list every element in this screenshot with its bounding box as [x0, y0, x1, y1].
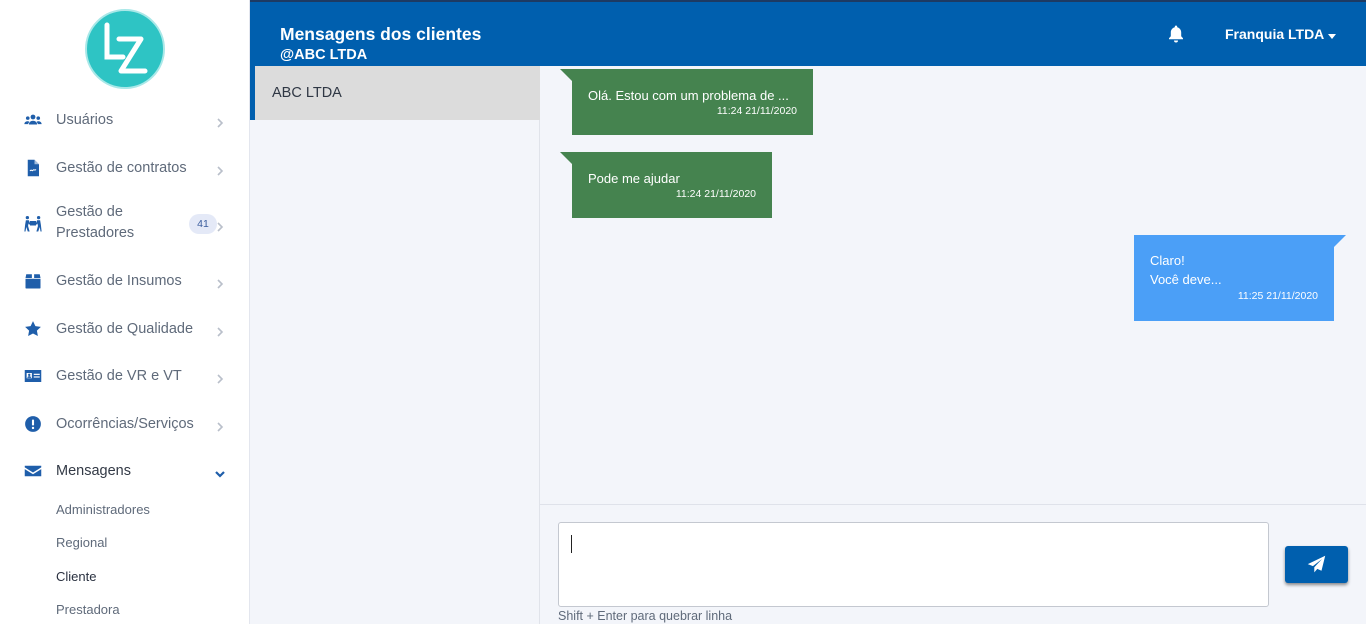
people-carry-icon — [23, 214, 43, 234]
user-menu-dropdown[interactable]: Franquia LTDA — [1225, 26, 1337, 42]
chevron-right-icon — [215, 276, 225, 289]
caret-down-icon — [1328, 33, 1337, 39]
chat-messages: Olá. Estou com um problema de ... 11:24 … — [540, 66, 1366, 504]
page-title: Mensagens dos clientes — [280, 24, 482, 44]
submenu-item-administradores[interactable]: Administradores — [56, 502, 150, 517]
sidebar-item-label: Gestão de contratos — [56, 159, 187, 176]
user-name: Franquia LTDA — [1225, 26, 1325, 42]
message-time: 11:24 21/11/2020 — [716, 105, 797, 117]
chevron-right-icon — [215, 371, 225, 384]
paper-plane-icon — [1307, 555, 1326, 573]
send-button[interactable] — [1285, 546, 1348, 583]
exclamation-circle-icon — [23, 414, 43, 434]
conversation-item[interactable]: ABC LTDA — [250, 66, 540, 120]
sidebar-item-ocorrencias-servicos[interactable]: Ocorrências/Serviços — [0, 402, 249, 446]
sidebar-item-label: Gestão de Prestadores — [56, 202, 134, 244]
sidebar-item-label: Mensagens — [56, 462, 131, 479]
sidebar-item-gestao-vr-vt[interactable]: Gestão de VR e VT — [0, 354, 249, 398]
id-card-icon — [23, 366, 43, 386]
sidebar-item-label: Gestão de Insumos — [56, 272, 182, 289]
message-text: Olá. Estou com um problema de ... — [588, 88, 789, 103]
sidebar-item-gestao-prestadores[interactable]: Gestão de Prestadores 41 — [0, 202, 249, 246]
sidebar-item-gestao-insumos[interactable]: Gestão de Insumos — [0, 259, 249, 303]
message-time: 11:25 21/11/2020 — [1237, 290, 1318, 302]
message-text-line: Claro! — [1150, 253, 1185, 268]
composer-hint: Shift + Enter para quebrar linha — [558, 609, 733, 623]
message-bubble-incoming: Pode me ajudar 11:24 21/11/2020 — [560, 152, 772, 218]
sidebar-item-label: Usuários — [56, 111, 114, 128]
page-subtitle: @ABC LTDA — [280, 47, 368, 63]
bell-icon[interactable] — [1168, 25, 1186, 43]
conversation-list: ABC LTDA — [250, 66, 540, 624]
sidebar-item-mensagens[interactable]: Mensagens — [0, 449, 249, 493]
message-bubble-incoming: Olá. Estou com um problema de ... 11:24 … — [560, 69, 813, 135]
submenu-item-cliente[interactable]: Cliente — [56, 569, 96, 584]
envelope-icon — [23, 461, 43, 481]
sidebar-item-label: Gestão de Qualidade — [56, 320, 194, 337]
chevron-right-icon — [215, 324, 225, 337]
sidebar-item-label-line1: Gestão de — [56, 204, 123, 220]
company-logo[interactable] — [85, 9, 165, 89]
chevron-right-icon — [215, 163, 225, 176]
sidebar-item-label: Ocorrências/Serviços — [56, 415, 194, 432]
users-icon — [23, 110, 43, 130]
message-input[interactable] — [558, 522, 1269, 607]
sidebar-item-label-line2: Prestadores — [56, 225, 135, 241]
sidebar: Usuários Gestão de contratos Gestão de P… — [0, 0, 250, 624]
contract-file-icon — [23, 158, 43, 178]
message-bubble-outgoing: Claro! Você deve... 11:25 21/11/2020 — [1134, 235, 1346, 321]
sidebar-item-gestao-qualidade[interactable]: Gestão de Qualidade — [0, 307, 249, 351]
chevron-right-icon — [215, 419, 225, 432]
count-badge: 41 — [189, 214, 217, 234]
lz-logo-icon — [104, 22, 148, 74]
sidebar-item-usuarios[interactable]: Usuários — [0, 98, 249, 142]
chevron-down-icon — [215, 466, 225, 478]
sidebar-item-gestao-contratos[interactable]: Gestão de contratos — [0, 146, 249, 190]
text-cursor — [571, 535, 572, 553]
message-text: Pode me ajudar — [588, 171, 680, 186]
box-icon — [23, 271, 43, 291]
message-composer: Shift + Enter para quebrar linha — [540, 504, 1366, 624]
conversation-name: ABC LTDA — [272, 85, 342, 101]
submenu-item-regional[interactable]: Regional — [56, 535, 107, 550]
top-header: Mensagens dos clientes @ABC LTDA Franqui… — [250, 0, 1366, 66]
message-time: 11:24 21/11/2020 — [675, 188, 756, 200]
submenu-item-prestadora[interactable]: Prestadora — [56, 602, 120, 617]
sidebar-item-label: Gestão de VR e VT — [56, 367, 182, 384]
message-text-line: Você deve... — [1150, 272, 1222, 287]
chevron-right-icon — [215, 219, 225, 232]
star-icon — [23, 319, 43, 339]
chevron-right-icon — [215, 115, 225, 128]
